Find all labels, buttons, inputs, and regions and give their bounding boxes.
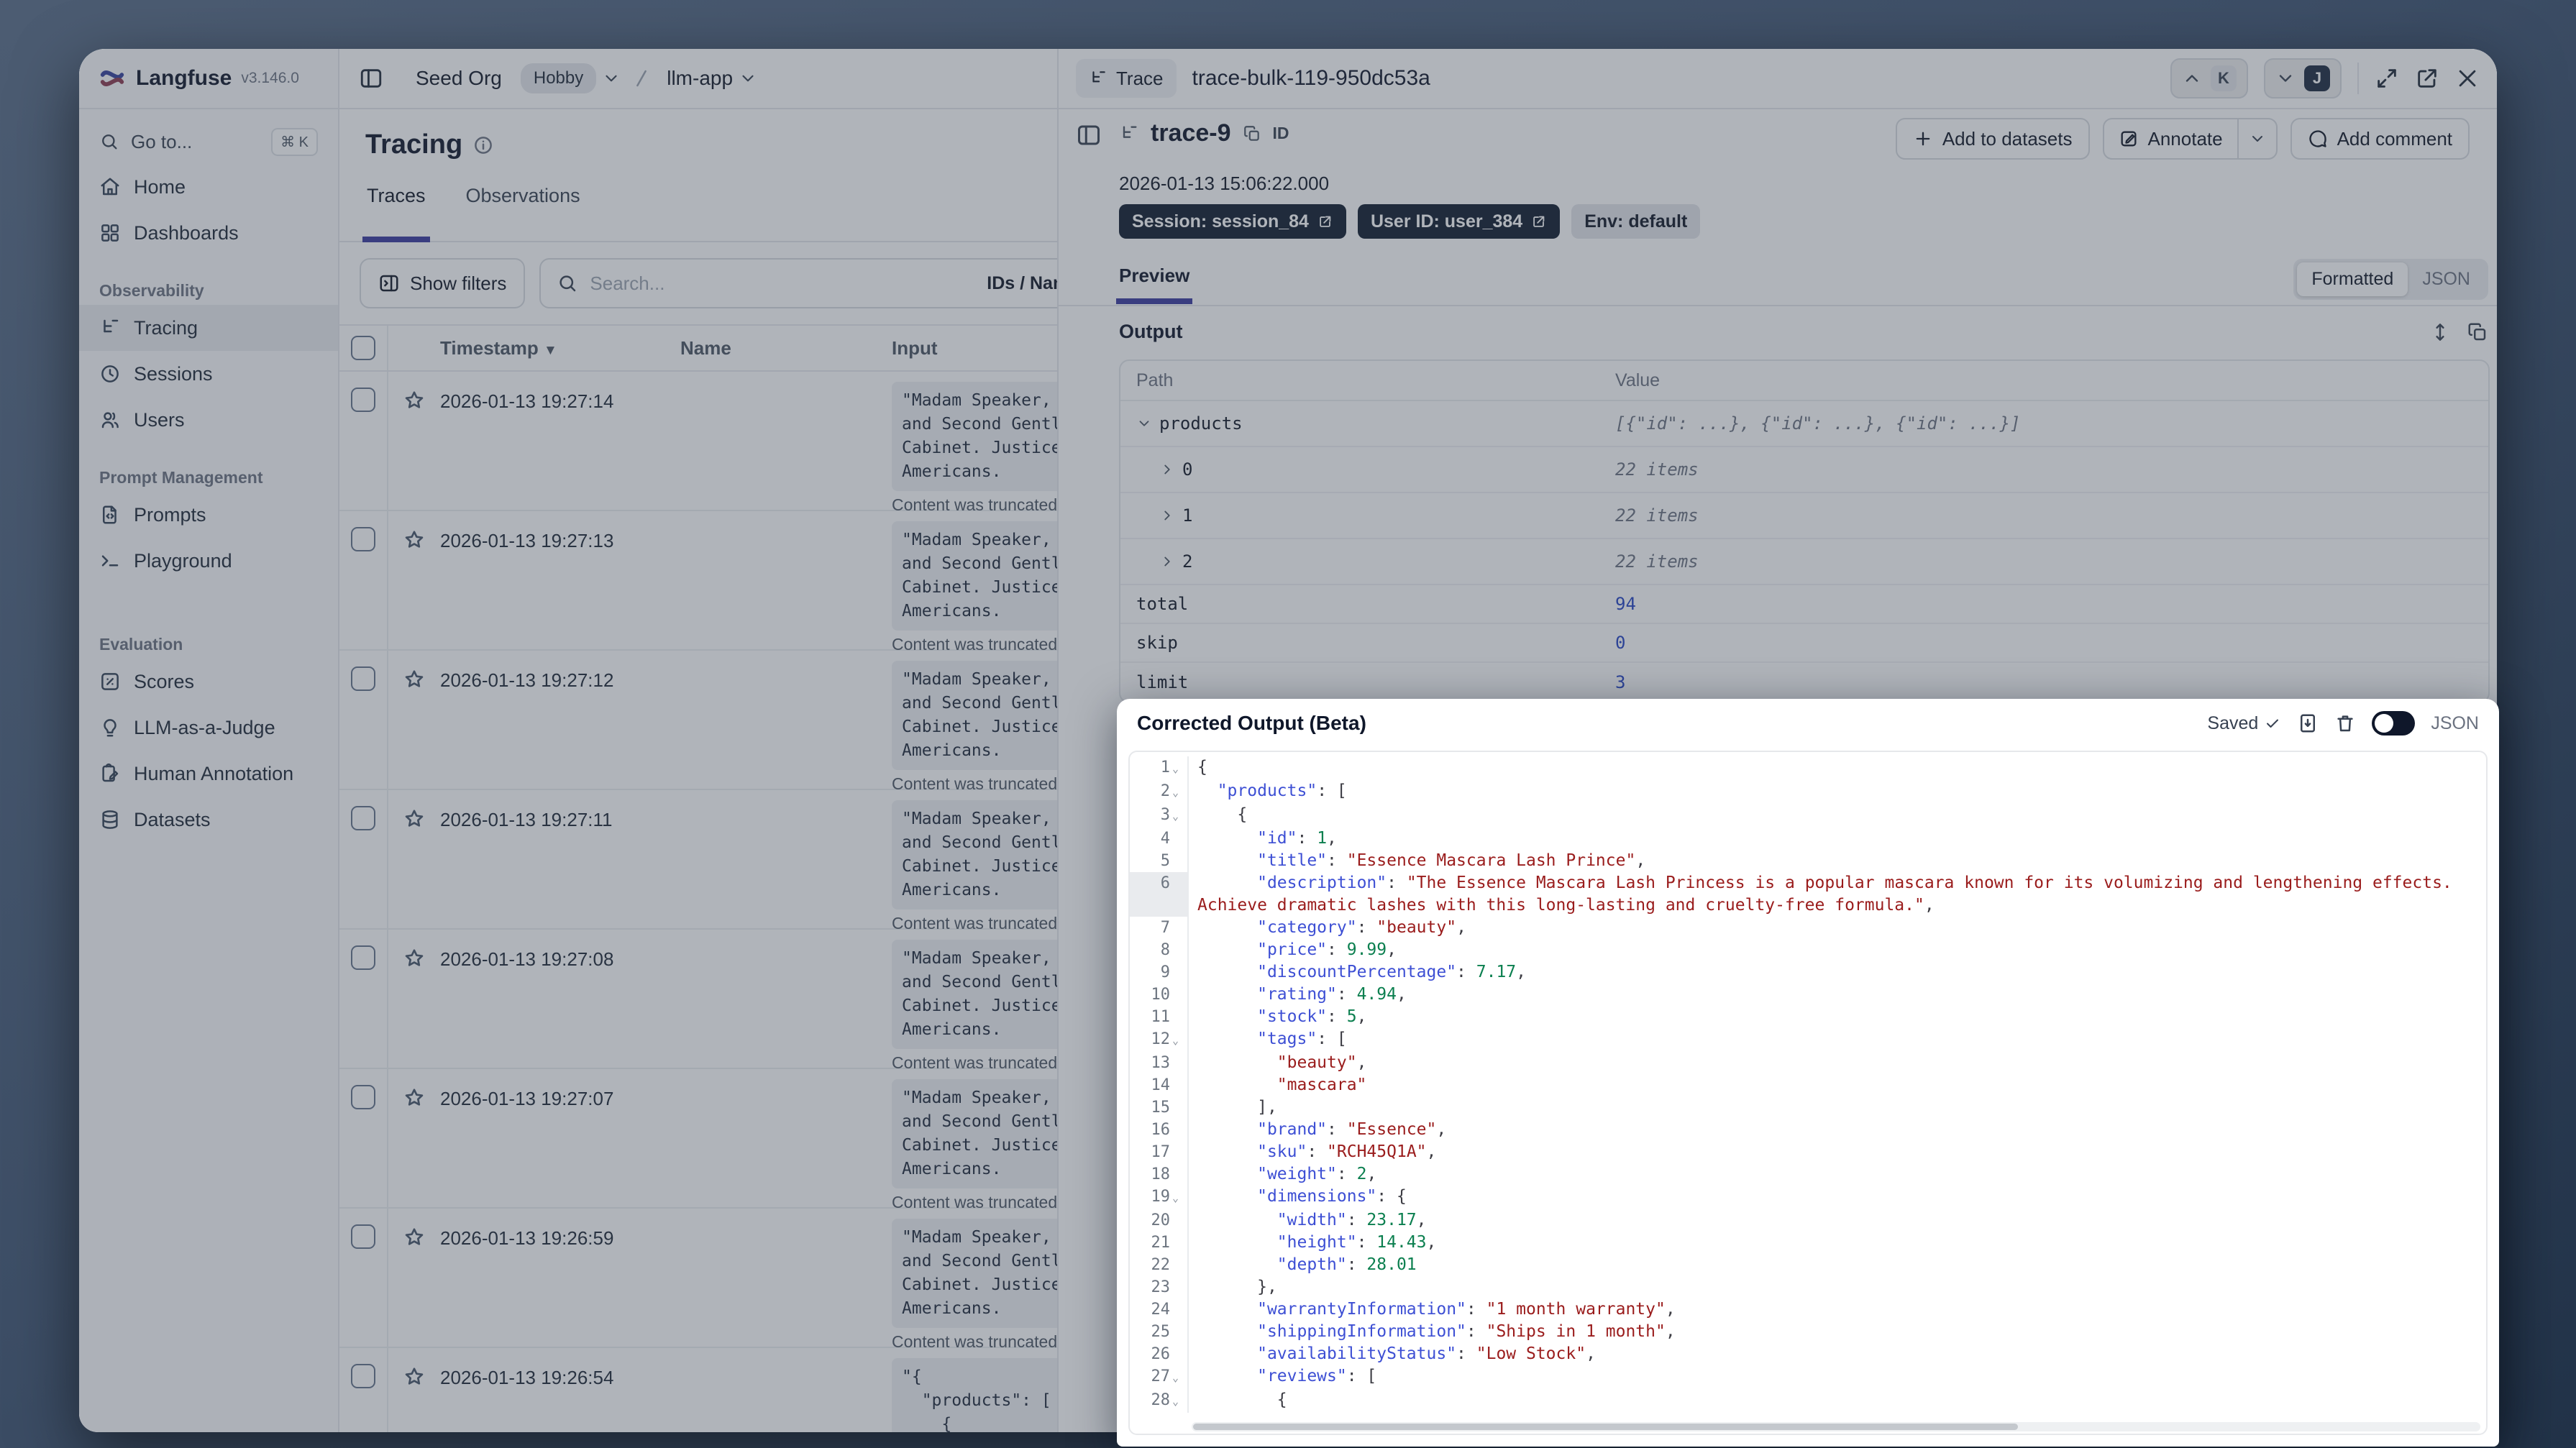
code-line[interactable]: 6 "description": "The Essence Mascara La…	[1130, 872, 2486, 917]
saved-label: Saved	[2207, 712, 2259, 733]
line-number-gutter: 23	[1130, 1276, 1189, 1298]
code-line[interactable]: 14 "mascara"	[1130, 1074, 2486, 1096]
horizontal-scrollbar[interactable]	[1192, 1422, 2480, 1431]
code-line[interactable]: 21 "height": 14.43,	[1130, 1232, 2486, 1254]
code-line[interactable]: 16 "brand": "Essence",	[1130, 1119, 2486, 1141]
code-line[interactable]: 23 },	[1130, 1276, 2486, 1298]
json-view-toggle[interactable]	[2372, 711, 2416, 736]
line-number-gutter: 5	[1130, 850, 1189, 872]
code-line[interactable]: 27 ⌄ "reviews": [	[1130, 1365, 2486, 1389]
line-number-gutter: 11	[1130, 1006, 1189, 1028]
line-number-gutter[interactable]: 1 ⌄	[1130, 756, 1189, 780]
line-number-gutter: 16	[1130, 1119, 1189, 1141]
line-number-gutter: 7	[1130, 917, 1189, 939]
line-number-gutter: 4	[1130, 828, 1189, 850]
line-number-gutter: 26	[1130, 1343, 1189, 1365]
code-line[interactable]: 18 "weight": 2,	[1130, 1163, 2486, 1186]
code-line[interactable]: 4 "id": 1,	[1130, 828, 2486, 850]
line-number-gutter[interactable]: 28 ⌄	[1130, 1389, 1189, 1413]
saved-status: Saved	[2207, 713, 2281, 734]
code-line[interactable]: 20 "width": 23.17,	[1130, 1209, 2486, 1232]
line-number-gutter: 14	[1130, 1074, 1189, 1096]
line-number-gutter: 15	[1130, 1096, 1189, 1119]
code-line[interactable]: 17 "sku": "RCH45Q1A",	[1130, 1141, 2486, 1163]
line-number-gutter[interactable]: 27 ⌄	[1130, 1365, 1189, 1389]
code-line[interactable]: 24 "warrantyInformation": "1 month warra…	[1130, 1298, 2486, 1321]
line-number-gutter[interactable]: 19 ⌄	[1130, 1186, 1189, 1209]
code-line[interactable]: 19 ⌄ "dimensions": {	[1130, 1186, 2486, 1209]
code-line[interactable]: 3 ⌄ {	[1130, 804, 2486, 828]
code-line[interactable]: 2 ⌄ "products": [	[1130, 780, 2486, 804]
line-number-gutter[interactable]: 3 ⌄	[1130, 804, 1189, 828]
corrected-output-panel: Corrected Output (Beta) Saved JSON 1 ⌄{2 ⌄…	[1117, 699, 2499, 1447]
line-number-gutter: 21	[1130, 1232, 1189, 1254]
json-toggle-label: JSON	[2431, 712, 2479, 733]
corrected-output-title: Corrected Output (Beta)	[1137, 712, 1366, 734]
scrollbar-thumb[interactable]	[1193, 1424, 2018, 1430]
save-file-icon[interactable]	[2297, 712, 2319, 734]
code-line[interactable]: 7 "category": "beauty",	[1130, 917, 2486, 939]
code-line[interactable]: 10 "rating": 4.94,	[1130, 984, 2486, 1006]
code-line[interactable]: 1 ⌄{	[1130, 756, 2486, 780]
line-number-gutter: 8	[1130, 939, 1189, 961]
code-line[interactable]: 5 "title": "Essence Mascara Lash Prince"…	[1130, 850, 2486, 872]
code-line[interactable]: 25 "shippingInformation": "Ships in 1 mo…	[1130, 1321, 2486, 1343]
line-number-gutter: 10	[1130, 984, 1189, 1006]
line-number-gutter[interactable]: 2 ⌄	[1130, 780, 1189, 804]
line-number-gutter: 17	[1130, 1141, 1189, 1163]
json-editor[interactable]: 1 ⌄{2 ⌄ "products": [3 ⌄ {4 "id": 1, 5 "titl…	[1128, 751, 2488, 1435]
line-number-gutter: 25	[1130, 1321, 1189, 1343]
code-line[interactable]: 12 ⌄ "tags": [	[1130, 1028, 2486, 1052]
trash-icon[interactable]	[2334, 712, 2356, 734]
line-number-gutter: 20	[1130, 1209, 1189, 1232]
code-line[interactable]: 11 "stock": 5,	[1130, 1006, 2486, 1028]
line-number-gutter: 13	[1130, 1052, 1189, 1074]
code-line[interactable]: 26 "availabilityStatus": "Low Stock",	[1130, 1343, 2486, 1365]
code-line[interactable]: 13 "beauty",	[1130, 1052, 2486, 1074]
code-line[interactable]: 15 ],	[1130, 1096, 2486, 1119]
toggle-knob	[2375, 714, 2394, 733]
check-icon	[2267, 719, 2279, 728]
line-number-gutter: 24	[1130, 1298, 1189, 1321]
code-line[interactable]: 28 ⌄ {	[1130, 1389, 2486, 1413]
line-number-gutter: 18	[1130, 1163, 1189, 1186]
line-number-gutter: 9	[1130, 961, 1189, 984]
code-line[interactable]: 9 "discountPercentage": 7.17,	[1130, 961, 2486, 984]
code-line[interactable]: 8 "price": 9.99,	[1130, 939, 2486, 961]
line-number-gutter: 6	[1130, 872, 1189, 917]
line-number-gutter: 22	[1130, 1254, 1189, 1276]
code-line[interactable]: 22 "depth": 28.01	[1130, 1254, 2486, 1276]
line-number-gutter[interactable]: 12 ⌄	[1130, 1028, 1189, 1052]
